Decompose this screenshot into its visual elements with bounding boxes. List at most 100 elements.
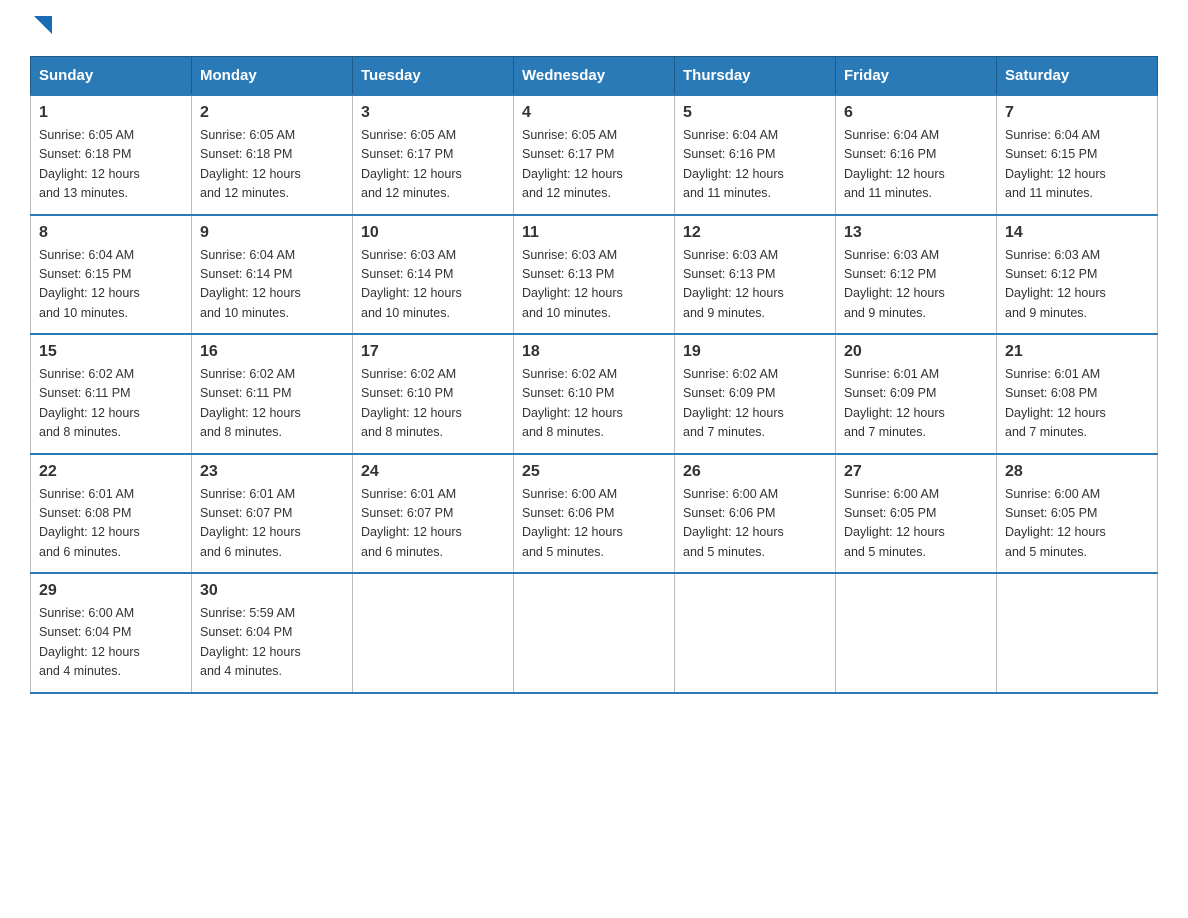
day-number: 7 (1005, 104, 1149, 122)
day-info: Sunrise: 6:02 AM Sunset: 6:11 PM Dayligh… (200, 365, 344, 443)
day-number: 10 (361, 224, 505, 242)
day-info: Sunrise: 6:03 AM Sunset: 6:14 PM Dayligh… (361, 246, 505, 324)
day-info: Sunrise: 5:59 AM Sunset: 6:04 PM Dayligh… (200, 604, 344, 682)
day-number: 6 (844, 104, 988, 122)
page-header (30, 20, 1158, 36)
day-number: 12 (683, 224, 827, 242)
day-number: 18 (522, 343, 666, 361)
day-info: Sunrise: 6:03 AM Sunset: 6:12 PM Dayligh… (844, 246, 988, 324)
day-number: 24 (361, 463, 505, 481)
calendar-day-cell: 5 Sunrise: 6:04 AM Sunset: 6:16 PM Dayli… (675, 95, 836, 215)
calendar-day-cell: 1 Sunrise: 6:05 AM Sunset: 6:18 PM Dayli… (31, 95, 192, 215)
calendar-day-cell: 30 Sunrise: 5:59 AM Sunset: 6:04 PM Dayl… (192, 573, 353, 693)
day-info: Sunrise: 6:00 AM Sunset: 6:04 PM Dayligh… (39, 604, 183, 682)
calendar-week-row: 1 Sunrise: 6:05 AM Sunset: 6:18 PM Dayli… (31, 95, 1158, 215)
day-number: 20 (844, 343, 988, 361)
calendar-day-cell (675, 573, 836, 693)
calendar-day-cell: 24 Sunrise: 6:01 AM Sunset: 6:07 PM Dayl… (353, 454, 514, 574)
day-number: 19 (683, 343, 827, 361)
calendar-week-row: 22 Sunrise: 6:01 AM Sunset: 6:08 PM Dayl… (31, 454, 1158, 574)
day-number: 15 (39, 343, 183, 361)
day-number: 9 (200, 224, 344, 242)
day-info: Sunrise: 6:01 AM Sunset: 6:07 PM Dayligh… (361, 485, 505, 563)
day-info: Sunrise: 6:05 AM Sunset: 6:18 PM Dayligh… (200, 126, 344, 204)
day-number: 2 (200, 104, 344, 122)
calendar-day-cell: 23 Sunrise: 6:01 AM Sunset: 6:07 PM Dayl… (192, 454, 353, 574)
calendar-week-row: 29 Sunrise: 6:00 AM Sunset: 6:04 PM Dayl… (31, 573, 1158, 693)
day-number: 30 (200, 582, 344, 600)
calendar-day-cell (514, 573, 675, 693)
calendar-day-cell: 16 Sunrise: 6:02 AM Sunset: 6:11 PM Dayl… (192, 334, 353, 454)
day-info: Sunrise: 6:00 AM Sunset: 6:06 PM Dayligh… (683, 485, 827, 563)
calendar-day-cell (997, 573, 1158, 693)
day-info: Sunrise: 6:00 AM Sunset: 6:06 PM Dayligh… (522, 485, 666, 563)
calendar-day-cell (836, 573, 997, 693)
day-info: Sunrise: 6:04 AM Sunset: 6:16 PM Dayligh… (683, 126, 827, 204)
day-number: 17 (361, 343, 505, 361)
day-info: Sunrise: 6:03 AM Sunset: 6:13 PM Dayligh… (522, 246, 666, 324)
day-number: 29 (39, 582, 183, 600)
day-number: 14 (1005, 224, 1149, 242)
day-number: 3 (361, 104, 505, 122)
calendar-day-cell: 10 Sunrise: 6:03 AM Sunset: 6:14 PM Dayl… (353, 215, 514, 335)
calendar-day-cell: 29 Sunrise: 6:00 AM Sunset: 6:04 PM Dayl… (31, 573, 192, 693)
day-number: 25 (522, 463, 666, 481)
day-number: 22 (39, 463, 183, 481)
calendar-day-cell: 8 Sunrise: 6:04 AM Sunset: 6:15 PM Dayli… (31, 215, 192, 335)
day-number: 27 (844, 463, 988, 481)
calendar-day-cell: 4 Sunrise: 6:05 AM Sunset: 6:17 PM Dayli… (514, 95, 675, 215)
calendar-day-cell: 26 Sunrise: 6:00 AM Sunset: 6:06 PM Dayl… (675, 454, 836, 574)
logo (30, 20, 54, 36)
day-info: Sunrise: 6:01 AM Sunset: 6:08 PM Dayligh… (39, 485, 183, 563)
calendar-day-cell (353, 573, 514, 693)
calendar-day-cell: 9 Sunrise: 6:04 AM Sunset: 6:14 PM Dayli… (192, 215, 353, 335)
day-info: Sunrise: 6:02 AM Sunset: 6:10 PM Dayligh… (522, 365, 666, 443)
day-number: 4 (522, 104, 666, 122)
day-header-saturday: Saturday (997, 57, 1158, 96)
calendar-day-cell: 21 Sunrise: 6:01 AM Sunset: 6:08 PM Dayl… (997, 334, 1158, 454)
day-number: 1 (39, 104, 183, 122)
calendar-day-cell: 14 Sunrise: 6:03 AM Sunset: 6:12 PM Dayl… (997, 215, 1158, 335)
calendar-table: SundayMondayTuesdayWednesdayThursdayFrid… (30, 56, 1158, 694)
day-header-monday: Monday (192, 57, 353, 96)
day-number: 11 (522, 224, 666, 242)
day-info: Sunrise: 6:03 AM Sunset: 6:13 PM Dayligh… (683, 246, 827, 324)
day-info: Sunrise: 6:02 AM Sunset: 6:10 PM Dayligh… (361, 365, 505, 443)
calendar-day-cell: 20 Sunrise: 6:01 AM Sunset: 6:09 PM Dayl… (836, 334, 997, 454)
day-number: 26 (683, 463, 827, 481)
day-number: 8 (39, 224, 183, 242)
day-header-wednesday: Wednesday (514, 57, 675, 96)
day-info: Sunrise: 6:02 AM Sunset: 6:09 PM Dayligh… (683, 365, 827, 443)
calendar-day-cell: 15 Sunrise: 6:02 AM Sunset: 6:11 PM Dayl… (31, 334, 192, 454)
day-number: 23 (200, 463, 344, 481)
calendar-day-cell: 12 Sunrise: 6:03 AM Sunset: 6:13 PM Dayl… (675, 215, 836, 335)
calendar-day-cell: 28 Sunrise: 6:00 AM Sunset: 6:05 PM Dayl… (997, 454, 1158, 574)
day-info: Sunrise: 6:00 AM Sunset: 6:05 PM Dayligh… (844, 485, 988, 563)
calendar-day-cell: 25 Sunrise: 6:00 AM Sunset: 6:06 PM Dayl… (514, 454, 675, 574)
day-header-thursday: Thursday (675, 57, 836, 96)
day-header-friday: Friday (836, 57, 997, 96)
day-number: 21 (1005, 343, 1149, 361)
day-info: Sunrise: 6:05 AM Sunset: 6:18 PM Dayligh… (39, 126, 183, 204)
day-info: Sunrise: 6:04 AM Sunset: 6:15 PM Dayligh… (39, 246, 183, 324)
day-number: 5 (683, 104, 827, 122)
calendar-day-cell: 22 Sunrise: 6:01 AM Sunset: 6:08 PM Dayl… (31, 454, 192, 574)
day-number: 16 (200, 343, 344, 361)
day-info: Sunrise: 6:02 AM Sunset: 6:11 PM Dayligh… (39, 365, 183, 443)
calendar-day-cell: 18 Sunrise: 6:02 AM Sunset: 6:10 PM Dayl… (514, 334, 675, 454)
calendar-week-row: 8 Sunrise: 6:04 AM Sunset: 6:15 PM Dayli… (31, 215, 1158, 335)
day-header-tuesday: Tuesday (353, 57, 514, 96)
day-info: Sunrise: 6:01 AM Sunset: 6:07 PM Dayligh… (200, 485, 344, 563)
calendar-day-cell: 27 Sunrise: 6:00 AM Sunset: 6:05 PM Dayl… (836, 454, 997, 574)
calendar-day-cell: 17 Sunrise: 6:02 AM Sunset: 6:10 PM Dayl… (353, 334, 514, 454)
day-header-sunday: Sunday (31, 57, 192, 96)
calendar-day-cell: 3 Sunrise: 6:05 AM Sunset: 6:17 PM Dayli… (353, 95, 514, 215)
day-number: 13 (844, 224, 988, 242)
day-info: Sunrise: 6:00 AM Sunset: 6:05 PM Dayligh… (1005, 485, 1149, 563)
calendar-day-cell: 2 Sunrise: 6:05 AM Sunset: 6:18 PM Dayli… (192, 95, 353, 215)
day-info: Sunrise: 6:04 AM Sunset: 6:15 PM Dayligh… (1005, 126, 1149, 204)
day-info: Sunrise: 6:04 AM Sunset: 6:14 PM Dayligh… (200, 246, 344, 324)
calendar-day-cell: 6 Sunrise: 6:04 AM Sunset: 6:16 PM Dayli… (836, 95, 997, 215)
day-info: Sunrise: 6:05 AM Sunset: 6:17 PM Dayligh… (361, 126, 505, 204)
day-info: Sunrise: 6:01 AM Sunset: 6:08 PM Dayligh… (1005, 365, 1149, 443)
